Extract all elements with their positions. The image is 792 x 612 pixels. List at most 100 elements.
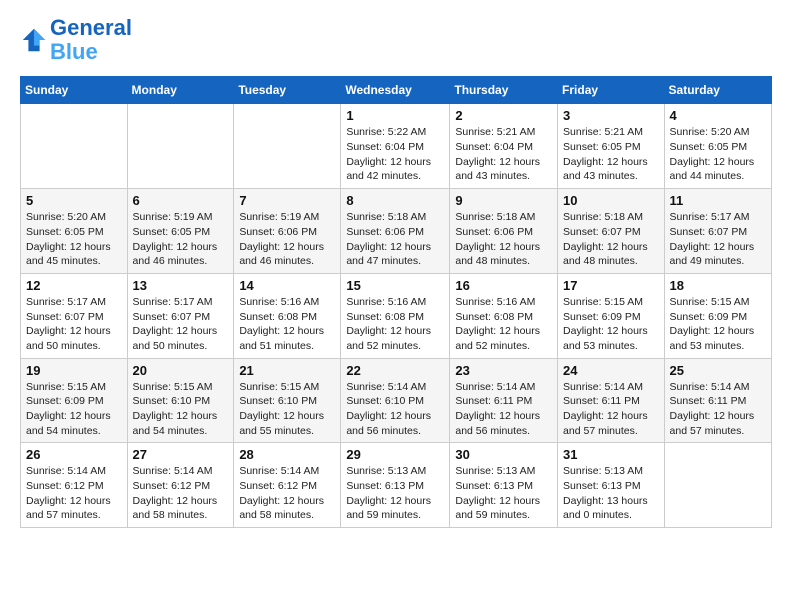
day-number: 19: [26, 363, 122, 378]
day-info: Sunrise: 5:14 AM Sunset: 6:12 PM Dayligh…: [26, 464, 122, 523]
day-cell: 27 Sunrise: 5:14 AM Sunset: 6:12 PM Dayli…: [127, 443, 234, 528]
day-info: Sunrise: 5:17 AM Sunset: 6:07 PM Dayligh…: [26, 295, 122, 354]
day-info: Sunrise: 5:14 AM Sunset: 6:12 PM Dayligh…: [133, 464, 229, 523]
day-number: 9: [455, 193, 552, 208]
day-info: Sunrise: 5:13 AM Sunset: 6:13 PM Dayligh…: [346, 464, 444, 523]
day-cell: 22 Sunrise: 5:14 AM Sunset: 6:10 PM Dayli…: [341, 358, 450, 443]
day-cell: 9Sunrise: 5:18 AM Sunset: 6:06 PM Daylig…: [450, 189, 558, 274]
day-number: 15: [346, 278, 444, 293]
day-cell: 26 Sunrise: 5:14 AM Sunset: 6:12 PM Dayli…: [21, 443, 128, 528]
weekday-header-friday: Friday: [558, 77, 665, 104]
day-info: Sunrise: 5:14 AM Sunset: 6:11 PM Dayligh…: [455, 380, 552, 439]
day-cell: 23Sunrise: 5:14 AM Sunset: 6:11 PM Dayli…: [450, 358, 558, 443]
day-number: 17: [563, 278, 659, 293]
logo-icon: [20, 26, 48, 54]
day-cell: 11Sunrise: 5:17 AM Sunset: 6:07 PM Dayli…: [664, 189, 771, 274]
day-number: 8: [346, 193, 444, 208]
day-info: Sunrise: 5:20 AM Sunset: 6:05 PM Dayligh…: [670, 125, 766, 184]
day-number: 12: [26, 278, 122, 293]
weekday-header-row: SundayMondayTuesdayWednesdayThursdayFrid…: [21, 77, 772, 104]
week-row-3: 12 Sunrise: 5:17 AM Sunset: 6:07 PM Dayli…: [21, 273, 772, 358]
day-cell: 29 Sunrise: 5:13 AM Sunset: 6:13 PM Dayli…: [341, 443, 450, 528]
day-number: 21: [239, 363, 335, 378]
day-number: 24: [563, 363, 659, 378]
day-cell: 16 Sunrise: 5:16 AM Sunset: 6:08 PM Dayli…: [450, 273, 558, 358]
day-cell: [21, 104, 128, 189]
day-cell: 7 Sunrise: 5:19 AM Sunset: 6:06 PM Daylig…: [234, 189, 341, 274]
day-number: 29: [346, 447, 444, 462]
day-number: 3: [563, 108, 659, 123]
day-info: Sunrise: 5:17 AM Sunset: 6:07 PM Dayligh…: [670, 210, 766, 269]
day-number: 27: [133, 447, 229, 462]
day-info: Sunrise: 5:18 AM Sunset: 6:06 PM Dayligh…: [346, 210, 444, 269]
day-number: 26: [26, 447, 122, 462]
day-cell: 10 Sunrise: 5:18 AM Sunset: 6:07 PM Dayli…: [558, 189, 665, 274]
day-cell: 4 Sunrise: 5:20 AM Sunset: 6:05 PM Daylig…: [664, 104, 771, 189]
day-info: Sunrise: 5:18 AM Sunset: 6:07 PM Dayligh…: [563, 210, 659, 269]
day-cell: [664, 443, 771, 528]
day-number: 18: [670, 278, 766, 293]
day-cell: [127, 104, 234, 189]
day-cell: 6 Sunrise: 5:19 AM Sunset: 6:05 PM Daylig…: [127, 189, 234, 274]
day-number: 1: [346, 108, 444, 123]
day-cell: 25Sunrise: 5:14 AM Sunset: 6:11 PM Dayli…: [664, 358, 771, 443]
day-info: Sunrise: 5:14 AM Sunset: 6:10 PM Dayligh…: [346, 380, 444, 439]
day-number: 2: [455, 108, 552, 123]
day-info: Sunrise: 5:14 AM Sunset: 6:12 PM Dayligh…: [239, 464, 335, 523]
day-info: Sunrise: 5:14 AM Sunset: 6:11 PM Dayligh…: [670, 380, 766, 439]
day-info: Sunrise: 5:15 AM Sunset: 6:09 PM Dayligh…: [26, 380, 122, 439]
day-info: Sunrise: 5:14 AM Sunset: 6:11 PM Dayligh…: [563, 380, 659, 439]
day-info: Sunrise: 5:17 AM Sunset: 6:07 PM Dayligh…: [133, 295, 229, 354]
page: GeneralBlue SundayMondayTuesdayWednesday…: [0, 0, 792, 544]
day-number: 7: [239, 193, 335, 208]
weekday-header-saturday: Saturday: [664, 77, 771, 104]
day-number: 14: [239, 278, 335, 293]
day-cell: 1Sunrise: 5:22 AM Sunset: 6:04 PM Daylig…: [341, 104, 450, 189]
day-number: 6: [133, 193, 229, 208]
logo: GeneralBlue: [20, 16, 132, 64]
day-number: 13: [133, 278, 229, 293]
day-cell: 21 Sunrise: 5:15 AM Sunset: 6:10 PM Dayli…: [234, 358, 341, 443]
day-info: Sunrise: 5:15 AM Sunset: 6:09 PM Dayligh…: [563, 295, 659, 354]
day-cell: 3 Sunrise: 5:21 AM Sunset: 6:05 PM Daylig…: [558, 104, 665, 189]
day-info: Sunrise: 5:13 AM Sunset: 6:13 PM Dayligh…: [563, 464, 659, 523]
day-cell: 8 Sunrise: 5:18 AM Sunset: 6:06 PM Daylig…: [341, 189, 450, 274]
day-info: Sunrise: 5:16 AM Sunset: 6:08 PM Dayligh…: [239, 295, 335, 354]
day-cell: [234, 104, 341, 189]
day-number: 10: [563, 193, 659, 208]
day-cell: 5Sunrise: 5:20 AM Sunset: 6:05 PM Daylig…: [21, 189, 128, 274]
day-info: Sunrise: 5:15 AM Sunset: 6:09 PM Dayligh…: [670, 295, 766, 354]
day-info: Sunrise: 5:21 AM Sunset: 6:05 PM Dayligh…: [563, 125, 659, 184]
day-number: 28: [239, 447, 335, 462]
header: GeneralBlue: [20, 16, 772, 64]
day-number: 30: [455, 447, 552, 462]
weekday-header-wednesday: Wednesday: [341, 77, 450, 104]
week-row-4: 19 Sunrise: 5:15 AM Sunset: 6:09 PM Dayli…: [21, 358, 772, 443]
week-row-2: 5Sunrise: 5:20 AM Sunset: 6:05 PM Daylig…: [21, 189, 772, 274]
weekday-header-monday: Monday: [127, 77, 234, 104]
day-number: 5: [26, 193, 122, 208]
day-cell: 17 Sunrise: 5:15 AM Sunset: 6:09 PM Dayli…: [558, 273, 665, 358]
logo-text: GeneralBlue: [50, 16, 132, 64]
day-cell: 24 Sunrise: 5:14 AM Sunset: 6:11 PM Dayli…: [558, 358, 665, 443]
day-info: Sunrise: 5:16 AM Sunset: 6:08 PM Dayligh…: [455, 295, 552, 354]
day-number: 4: [670, 108, 766, 123]
calendar-table: SundayMondayTuesdayWednesdayThursdayFrid…: [20, 76, 772, 528]
week-row-5: 26 Sunrise: 5:14 AM Sunset: 6:12 PM Dayli…: [21, 443, 772, 528]
day-info: Sunrise: 5:19 AM Sunset: 6:06 PM Dayligh…: [239, 210, 335, 269]
day-info: Sunrise: 5:19 AM Sunset: 6:05 PM Dayligh…: [133, 210, 229, 269]
day-info: Sunrise: 5:15 AM Sunset: 6:10 PM Dayligh…: [239, 380, 335, 439]
day-number: 31: [563, 447, 659, 462]
day-info: Sunrise: 5:15 AM Sunset: 6:10 PM Dayligh…: [133, 380, 229, 439]
day-number: 16: [455, 278, 552, 293]
day-cell: 28 Sunrise: 5:14 AM Sunset: 6:12 PM Dayli…: [234, 443, 341, 528]
day-info: Sunrise: 5:21 AM Sunset: 6:04 PM Dayligh…: [455, 125, 552, 184]
day-cell: 20 Sunrise: 5:15 AM Sunset: 6:10 PM Dayli…: [127, 358, 234, 443]
weekday-header-tuesday: Tuesday: [234, 77, 341, 104]
week-row-1: 1Sunrise: 5:22 AM Sunset: 6:04 PM Daylig…: [21, 104, 772, 189]
day-cell: 31 Sunrise: 5:13 AM Sunset: 6:13 PM Dayli…: [558, 443, 665, 528]
day-number: 20: [133, 363, 229, 378]
day-cell: 2 Sunrise: 5:21 AM Sunset: 6:04 PM Daylig…: [450, 104, 558, 189]
day-number: 22: [346, 363, 444, 378]
day-cell: 19 Sunrise: 5:15 AM Sunset: 6:09 PM Dayli…: [21, 358, 128, 443]
